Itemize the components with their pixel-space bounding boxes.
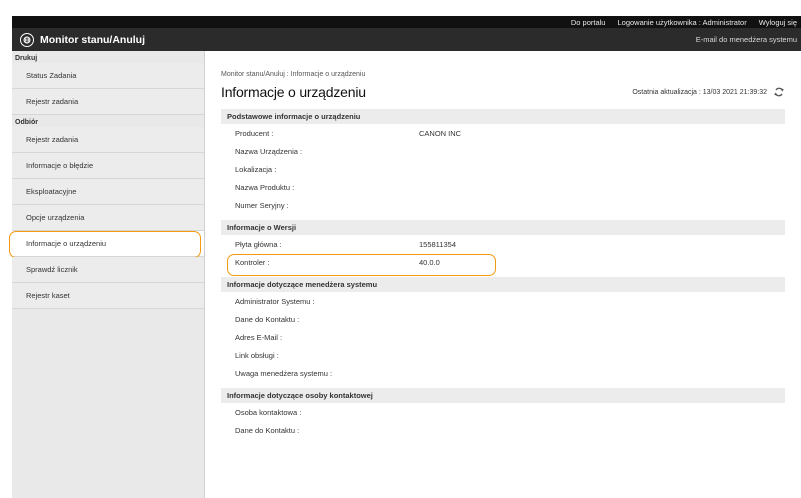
info-row: Dane do Kontaktu : [221, 310, 785, 328]
field-label: Numer Seryjny : [235, 200, 289, 210]
sidebar-item-error-info[interactable]: Informacje o błędzie [12, 153, 204, 179]
sidebar-item-device-info[interactable]: Informacje o urządzeniu [9, 231, 204, 258]
sidebar-item-consumables[interactable]: Eksploatacyjne [12, 179, 204, 205]
field-label: Dane do Kontaktu : [235, 425, 300, 435]
main-content: Monitor stanu/Anuluj : Informacje o urzą… [205, 51, 801, 498]
last-update-text: Ostatnia aktualizacja : 13/03 2021 21:39… [632, 88, 767, 96]
field-label: Adres E-Mail : [235, 332, 283, 342]
info-row: Dane do Kontaktu : [221, 421, 785, 439]
info-row: Nazwa Urządzenia : [221, 142, 785, 160]
info-row: Producent : CANON INC [221, 124, 785, 142]
section-basic-info: Podstawowe informacje o urządzeniu Produ… [221, 109, 785, 214]
field-label: Płyta główna : [235, 239, 282, 249]
sidebar-item-print-job-log[interactable]: Rejestr zadania [12, 89, 204, 115]
page-title: Informacje o urządzeniu [221, 84, 366, 100]
info-row: Link obsługi : [221, 346, 785, 364]
app-title[interactable]: Monitor stanu/Anuluj [40, 34, 145, 46]
logout-link[interactable]: Wyloguj się [759, 18, 797, 27]
field-label: Nazwa Urządzenia : [235, 146, 303, 156]
info-row: Adres E-Mail : [221, 328, 785, 346]
field-label: Kontroler : [235, 257, 270, 267]
field-label: Producent : [235, 128, 274, 138]
printer-globe-icon [20, 32, 34, 47]
field-value: 155811354 [419, 239, 456, 249]
section-header: Podstawowe informacje o urządzeniu [221, 109, 785, 124]
info-row: Nazwa Produktu : [221, 178, 785, 196]
section-header: Informacje dotyczące osoby kontaktowej [221, 388, 785, 403]
field-label: Dane do Kontaktu : [235, 314, 300, 324]
portal-link[interactable]: Do portalu [571, 18, 606, 27]
sidebar-item-receive-job-log[interactable]: Rejestr zadania [12, 127, 204, 153]
sidebar-item-device-options[interactable]: Opcje urządzenia [12, 205, 204, 231]
sidebar-group-print: Drukuj [15, 55, 38, 62]
section-contact-person: Informacje dotyczące osoby kontaktowej O… [221, 388, 785, 439]
refresh-icon[interactable] [773, 86, 785, 98]
field-label: Lokalizacja : [235, 164, 277, 174]
sidebar-group-receive: Odbiór [15, 119, 38, 126]
field-label: Osoba kontaktowa : [235, 407, 302, 417]
field-label: Uwaga menedżera systemu : [235, 368, 333, 378]
manager-email-link[interactable]: E-mail do menedżera systemu [696, 35, 797, 44]
field-label: Link obsługi : [235, 350, 279, 360]
page-header: Informacje o urządzeniu Ostatnia aktuali… [221, 81, 785, 103]
sidebar-item-cassette-log[interactable]: Rejestr kaset [12, 283, 204, 309]
field-value: 40.0.0 [419, 257, 440, 267]
field-label: Nazwa Produktu : [235, 182, 295, 192]
section-header: Informacje dotyczące menedżera systemu [221, 277, 785, 292]
info-row: Administrator Systemu : [221, 292, 785, 310]
info-row: Płyta główna : 155811354 [221, 235, 785, 253]
section-system-manager: Informacje dotyczące menedżera systemu A… [221, 277, 785, 382]
info-row: Lokalizacja : [221, 160, 785, 178]
section-version-info: Informacje o Wersji Płyta główna : 155811… [221, 220, 785, 276]
info-row-controller: Kontroler : 40.0.0 [221, 253, 785, 276]
info-row: Uwaga menedżera systemu : [221, 364, 785, 382]
sidebar: Drukuj Status Zadania Rejestr zadania Od… [9, 51, 205, 498]
top-bar: Do portalu Logowanie użytkownika : Admin… [0, 0, 801, 28]
info-row: Numer Seryjny : [221, 196, 785, 214]
top-link-bar: Do portalu Logowanie użytkownika : Admin… [12, 16, 801, 28]
field-label: Administrator Systemu : [235, 296, 315, 306]
section-header: Informacje o Wersji [221, 220, 785, 235]
field-value: CANON INC [419, 128, 462, 138]
app-header: Monitor stanu/Anuluj E-mail do menedżera… [12, 28, 801, 51]
sidebar-item-job-status[interactable]: Status Zadania [12, 63, 204, 89]
info-row: Osoba kontaktowa : [221, 403, 785, 421]
last-update: Ostatnia aktualizacja : 13/03 2021 21:39… [632, 86, 785, 98]
breadcrumb: Monitor stanu/Anuluj : Informacje o urzą… [221, 71, 366, 78]
sidebar-item-check-counter[interactable]: Sprawdź licznik [12, 257, 204, 283]
user-login-link[interactable]: Logowanie użytkownika : Administrator [617, 18, 746, 27]
